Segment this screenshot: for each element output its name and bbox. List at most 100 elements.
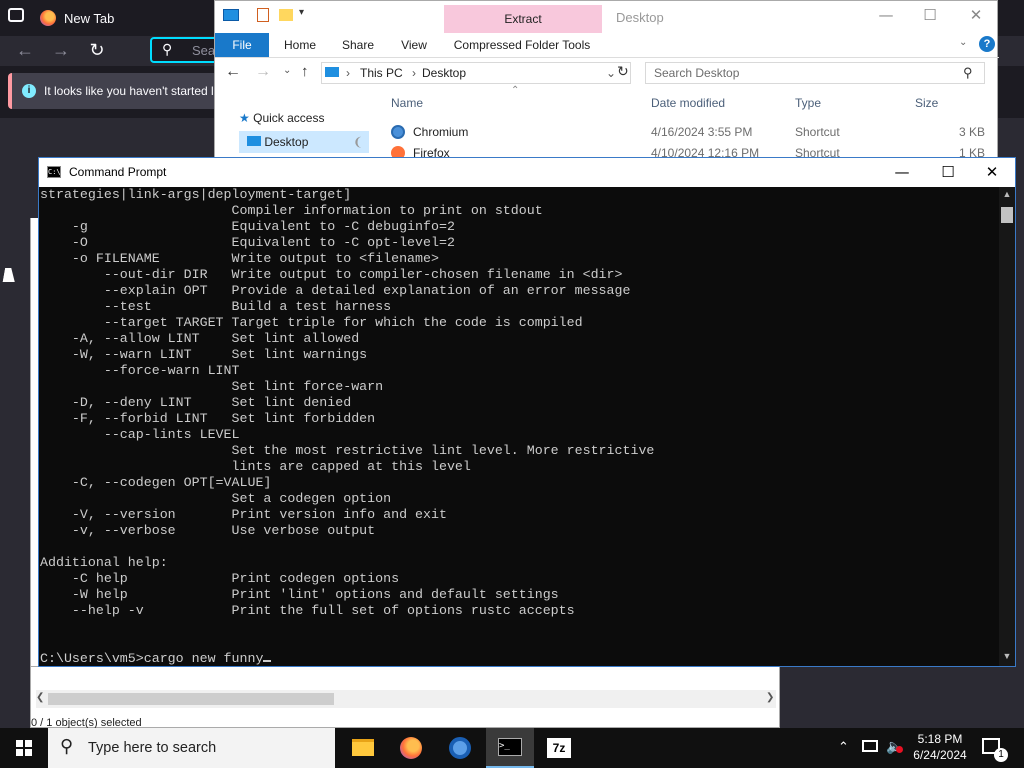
console-output[interactable]: strategies|link-args|deployment-target] … bbox=[39, 187, 999, 666]
scroll-up-icon[interactable]: ▲ bbox=[999, 189, 1015, 199]
pin-icon: ❨ bbox=[352, 135, 363, 149]
explorer-back-button[interactable]: ← bbox=[225, 63, 241, 81]
nav-item-quick-access[interactable]: ★ Quick access bbox=[239, 111, 324, 125]
taskbar-search-box[interactable]: ⚲ Type here to search bbox=[48, 728, 335, 768]
system-clock[interactable]: 5:18 PM 6/24/2024 bbox=[912, 731, 968, 763]
mouse-pointer-icon bbox=[2, 268, 18, 282]
show-hidden-icons-icon[interactable]: ⌃ bbox=[838, 739, 849, 755]
column-name[interactable]: Name bbox=[391, 96, 423, 110]
console-line: --cap-lints LEVEL bbox=[40, 427, 240, 442]
search-placeholder: Search bbox=[192, 43, 216, 58]
taskbar-7zip[interactable]: 7z bbox=[535, 728, 583, 768]
explorer-window-title: Desktop bbox=[616, 10, 664, 25]
firefox-icon bbox=[400, 737, 422, 759]
taskbar-firefox[interactable] bbox=[387, 728, 435, 768]
volume-muted-badge-icon bbox=[896, 746, 903, 753]
scroll-thumb[interactable] bbox=[1001, 207, 1013, 223]
scroll-left-icon[interactable]: ❮ bbox=[36, 692, 44, 703]
back-button[interactable]: ← bbox=[12, 37, 38, 63]
column-size[interactable]: Size bbox=[915, 96, 938, 110]
explorer-minimize-button[interactable]: — bbox=[863, 1, 909, 30]
firefox-tab-new-tab[interactable]: New Tab bbox=[34, 4, 214, 32]
properties-icon[interactable] bbox=[257, 8, 269, 22]
taskbar-chromium[interactable] bbox=[436, 728, 484, 768]
cmd-window-title: Command Prompt bbox=[69, 165, 167, 179]
file-name: Chromium bbox=[413, 125, 469, 139]
console-line: C:\Users\vm5>cargo new funny bbox=[40, 651, 264, 666]
tab-view[interactable]: View bbox=[391, 33, 437, 57]
recent-locations-icon[interactable]: ⌄ bbox=[283, 65, 291, 76]
console-line: --test Build a test harness bbox=[40, 299, 392, 314]
search-icon: ⚲ bbox=[60, 736, 74, 756]
taskbar: ⚲ Type here to search >_ 7z ⌃ 🔈 5:18 PM … bbox=[0, 728, 1024, 768]
cmd-minimize-button[interactable]: — bbox=[879, 158, 925, 187]
taskbar-command-prompt[interactable]: >_ bbox=[486, 728, 534, 768]
console-line: lints are capped at this level bbox=[40, 459, 471, 474]
console-line: -V, --version Print version info and exi… bbox=[40, 507, 447, 522]
console-line: -o FILENAME Write output to <filename> bbox=[40, 251, 439, 266]
scroll-right-icon[interactable]: ❯ bbox=[766, 692, 774, 703]
network-icon[interactable] bbox=[862, 740, 878, 752]
explorer-maximize-button[interactable]: ☐ bbox=[907, 1, 953, 30]
breadcrumb-desktop[interactable]: Desktop bbox=[422, 63, 466, 83]
explorer-forward-button[interactable]: → bbox=[255, 63, 271, 81]
address-bar[interactable]: › This PC › Desktop ⌄ bbox=[321, 62, 631, 84]
tab-compressed-folder-tools[interactable]: Compressed Folder Tools bbox=[449, 33, 595, 57]
console-vertical-scrollbar[interactable]: ▲ ▼ bbox=[999, 187, 1015, 666]
tab-home[interactable]: Home bbox=[277, 33, 323, 57]
command-prompt-window[interactable]: C:\ Command Prompt — ☐ ✕ strategies|link… bbox=[38, 157, 1016, 667]
cmd-maximize-button[interactable]: ☐ bbox=[925, 158, 971, 187]
file-date: 4/16/2024 3:55 PM bbox=[651, 125, 753, 139]
console-line: Additional help: bbox=[40, 555, 168, 570]
console-line: --target TARGET Target triple for which … bbox=[40, 315, 583, 330]
column-date-modified[interactable]: Date modified bbox=[651, 96, 725, 110]
info-icon: i bbox=[22, 84, 36, 98]
windows-logo-icon bbox=[16, 740, 32, 756]
clock-date: 6/24/2024 bbox=[913, 748, 967, 762]
ribbon-expand-icon[interactable]: ⌄ bbox=[959, 37, 967, 48]
start-button[interactable] bbox=[0, 728, 48, 768]
scroll-down-icon[interactable]: ▼ bbox=[999, 651, 1015, 661]
up-button[interactable]: ↑ bbox=[301, 63, 309, 80]
search-icon: ⚲ bbox=[963, 65, 973, 80]
tab-list-icon[interactable] bbox=[8, 8, 24, 22]
extract-context-tab[interactable]: Extract bbox=[444, 5, 602, 33]
tab-file[interactable]: File bbox=[215, 33, 269, 57]
tab-title: New Tab bbox=[64, 10, 115, 26]
address-dropdown-icon[interactable]: ⌄ bbox=[606, 63, 616, 83]
new-folder-icon[interactable] bbox=[279, 9, 293, 21]
console-line: --help -v Print the full set of options … bbox=[40, 603, 575, 618]
reload-button[interactable]: ↻ bbox=[84, 37, 110, 63]
refresh-button[interactable]: ↻ bbox=[617, 63, 629, 80]
customize-toolbar-icon[interactable]: ▾ bbox=[299, 7, 304, 18]
file-row-chromium[interactable]: Chromium 4/16/2024 3:55 PM Shortcut 3 KB bbox=[391, 125, 991, 143]
console-line: Set the most restrictive lint level. Mor… bbox=[40, 443, 655, 458]
column-type[interactable]: Type bbox=[795, 96, 821, 110]
help-icon[interactable]: ? bbox=[979, 36, 995, 52]
cmd-close-button[interactable]: ✕ bbox=[969, 158, 1015, 187]
breadcrumb-separator-icon: › bbox=[346, 66, 350, 80]
console-line: -A, --allow LINT Set lint allowed bbox=[40, 331, 360, 346]
tab-share[interactable]: Share bbox=[335, 33, 381, 57]
console-line: --explain OPT Provide a detailed explana… bbox=[40, 283, 631, 298]
explorer-close-button[interactable]: ✕ bbox=[953, 1, 999, 30]
firefox-search-input[interactable]: ⚲ Search bbox=[150, 37, 220, 63]
clock-time: 5:18 PM bbox=[917, 732, 963, 746]
breadcrumb-this-pc[interactable]: This PC bbox=[360, 63, 403, 83]
console-line: -W help Print 'lint' options and default… bbox=[40, 587, 559, 602]
firefox-notice-bar: i It looks like you haven't started l bbox=[8, 73, 223, 109]
explorer-search-input[interactable]: Search Desktop bbox=[645, 62, 985, 84]
taskbar-file-explorer[interactable] bbox=[338, 728, 386, 768]
forward-button[interactable]: → bbox=[48, 37, 74, 63]
star-icon: ★ bbox=[239, 111, 250, 125]
horizontal-scrollbar[interactable]: ❮ ❯ bbox=[36, 690, 776, 708]
breadcrumb-separator-icon: › bbox=[412, 66, 416, 80]
console-line: Compiler information to print on stdout bbox=[40, 203, 543, 218]
nav-item-desktop[interactable]: Desktop ❨ bbox=[239, 131, 369, 153]
sort-ascending-icon: ⌃ bbox=[511, 85, 520, 96]
cmd-titlebar[interactable]: C:\ Command Prompt — ☐ ✕ bbox=[39, 158, 1015, 187]
console-line: Set lint force-warn bbox=[40, 379, 384, 394]
scroll-thumb[interactable] bbox=[48, 693, 334, 705]
ribbon-tabs: File Home Share View Compressed Folder T… bbox=[215, 33, 999, 58]
console-line: Set a codegen option bbox=[40, 491, 392, 506]
